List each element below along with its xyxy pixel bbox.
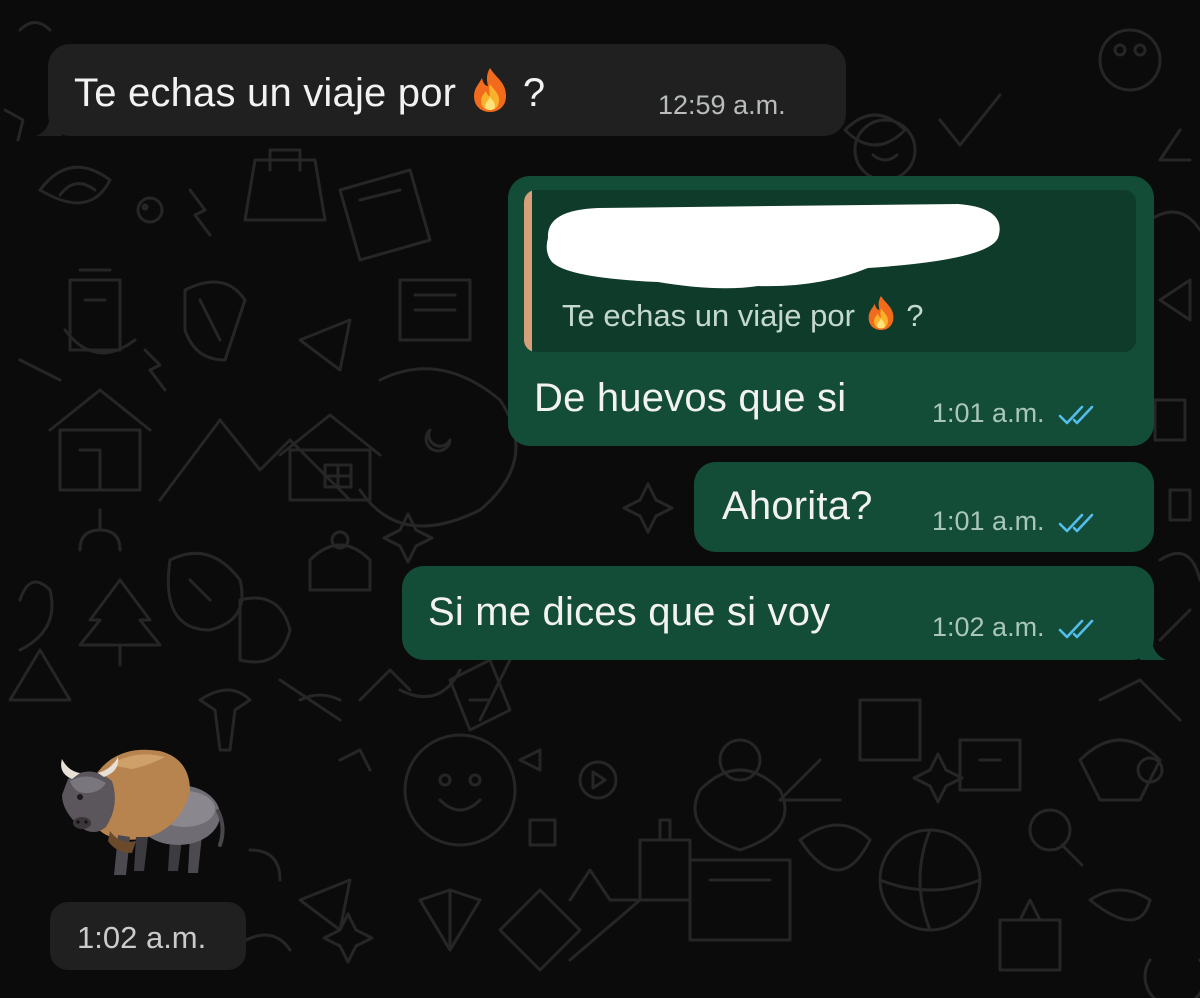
fire-icon	[868, 296, 893, 330]
reply-quote[interactable]: Te echas un viaje por ?	[524, 190, 1136, 352]
outgoing-message-bubble[interactable]: Ahorita? 1:01 a.m.	[694, 462, 1154, 552]
incoming-message-bubble[interactable]: Te echas un viaje por ? 12:59 a.m.	[36, 44, 846, 136]
sticker-timestamp: 1:02 a.m.	[50, 902, 246, 970]
outgoing-message-bubble[interactable]: Si me dices que si voy 1:02 a.m.	[402, 566, 1166, 660]
read-receipt-icon	[1058, 513, 1094, 533]
bison-icon[interactable]	[40, 735, 230, 885]
fire-icon	[473, 68, 506, 112]
message-text: Ahorita?	[722, 484, 873, 528]
message-timestamp: 1:01 a.m.	[932, 398, 1100, 429]
redacted-author	[546, 204, 1000, 289]
bubble-tail	[1140, 638, 1166, 660]
message-timestamp: 12:59 a.m.	[658, 90, 786, 120]
read-receipt-icon	[1058, 619, 1094, 639]
message-timestamp: 1:02 a.m.	[932, 612, 1100, 643]
read-receipt-icon	[1058, 405, 1094, 425]
message-text: Te echas un viaje por ?	[74, 66, 545, 116]
message-text: Si me dices que si voy	[428, 590, 831, 634]
message-text: De huevos que si	[534, 376, 847, 420]
quoted-message-text: Te echas un viaje por ?	[562, 294, 923, 334]
message-timestamp: 1:01 a.m.	[932, 506, 1100, 537]
quote-accent-bar	[524, 190, 532, 352]
outgoing-reply-bubble[interactable]: Te echas un viaje por ? De huevos que si…	[508, 176, 1154, 446]
bubble-tail	[36, 114, 62, 136]
chat-conversation: Te echas un viaje por ? 12:59 a.m. Te ec…	[0, 0, 1200, 998]
